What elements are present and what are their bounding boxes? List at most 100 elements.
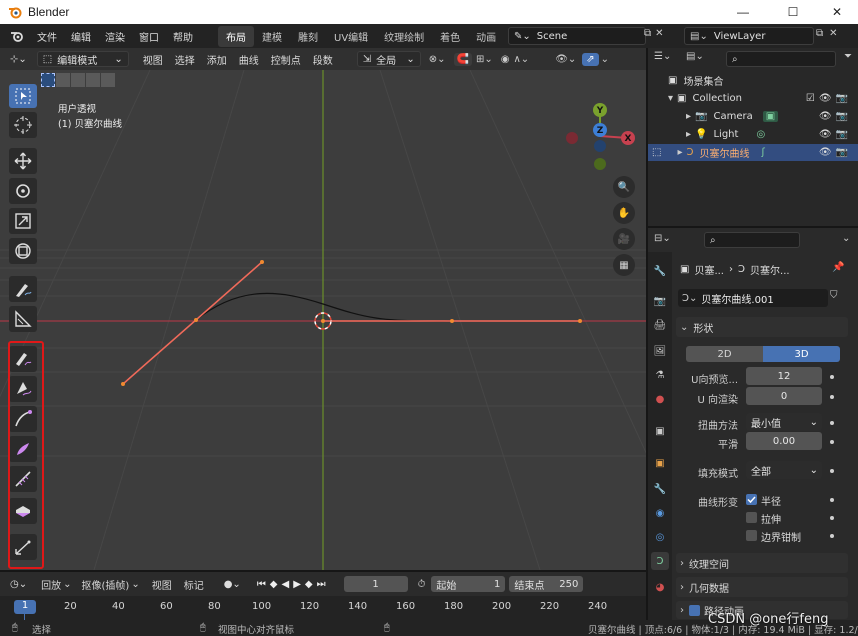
viewlayer-selector[interactable]: ▤⌄ ViewLayer: [684, 27, 814, 45]
timeline-ruler[interactable]: 1 20 40 60 80 100 120 140 160 180 200 22…: [0, 596, 646, 620]
camera-view-button[interactable]: 🎥: [613, 228, 635, 250]
render-resolution-field[interactable]: 0: [746, 387, 822, 405]
menu-control-points[interactable]: 控制点: [265, 52, 307, 67]
playback-menu[interactable]: 回放: [41, 577, 61, 592]
visibility-toggles-icon[interactable]: 👁📷: [819, 129, 852, 140]
outliner-row-scene-collection[interactable]: ▣ 场景集合: [648, 72, 858, 89]
editor-type-icon[interactable]: ⊹⌄: [10, 54, 27, 65]
new-viewlayer-icon[interactable]: ⧉: [816, 28, 823, 44]
tab-material[interactable]: ◕: [651, 578, 669, 596]
perspective-toggle-button[interactable]: ▦: [613, 254, 635, 276]
tab-physics[interactable]: ◎: [651, 528, 669, 546]
new-scene-icon[interactable]: ⧉: [644, 28, 651, 44]
camera-data-icon[interactable]: ▣: [762, 111, 779, 122]
current-frame-field[interactable]: 1: [343, 576, 408, 592]
menu-segments[interactable]: 段数: [307, 52, 339, 67]
outliner-row-camera[interactable]: ▸ 📷 Camera ▣ 👁📷: [648, 108, 858, 125]
expand-icon[interactable]: ▾: [668, 93, 673, 104]
outliner-row-collection[interactable]: ▾ ▣ Collection ☑👁📷: [648, 90, 858, 107]
2d-button[interactable]: 2D: [686, 346, 763, 362]
menu-file[interactable]: 文件: [30, 29, 64, 44]
gizmo-toggle-icon[interactable]: ⇗: [582, 52, 599, 66]
tab-shading[interactable]: 着色: [432, 26, 468, 47]
tab-collection[interactable]: ▣: [651, 422, 669, 440]
tab-tool[interactable]: 🔧: [651, 262, 669, 280]
pan-button[interactable]: ✋: [613, 202, 635, 224]
panel-texture-space-header[interactable]: › 纹理空间: [676, 553, 848, 573]
select-box-tool[interactable]: [9, 84, 37, 108]
playhead[interactable]: 1: [14, 600, 36, 614]
menu-curve[interactable]: 曲线: [233, 52, 265, 67]
tab-data[interactable]: Ͻ: [651, 552, 669, 570]
tab-uv-editing[interactable]: UV编辑: [326, 26, 376, 47]
tab-particles[interactable]: ◉: [651, 504, 669, 522]
mode-selector[interactable]: ⬚ 编辑模式 ⌄: [36, 51, 129, 67]
outliner-row-bezier[interactable]: ⬚ ▸ Ͻ 贝塞尔曲线 ʃ 👁📷: [648, 144, 858, 161]
keyframe-dot[interactable]: [830, 375, 834, 379]
radius-checkbox[interactable]: [746, 494, 757, 505]
select-subtract-icon[interactable]: [71, 73, 85, 87]
3d-viewport[interactable]: 用户透视 (1) 贝塞尔曲线: [0, 70, 646, 570]
navigation-gizmo[interactable]: Y Z X: [562, 100, 642, 172]
smooth-field[interactable]: 0.00: [746, 432, 822, 450]
outliner-search[interactable]: ⌕: [726, 51, 836, 67]
tab-output[interactable]: 🖨: [651, 316, 669, 334]
minimize-button[interactable]: —: [720, 0, 766, 24]
tab-scene[interactable]: ⚗: [651, 366, 669, 384]
tab-animation[interactable]: 动画: [468, 26, 504, 47]
datablock-selector[interactable]: Ͻ⌄ 贝塞尔曲线.001: [678, 289, 828, 307]
snap-icon[interactable]: 🧲: [453, 52, 472, 66]
keyframe-dot[interactable]: [830, 440, 834, 444]
tab-world[interactable]: ●: [651, 390, 669, 408]
scale-tool[interactable]: [9, 208, 37, 234]
chevron-down-icon[interactable]: ⌄: [601, 54, 609, 65]
marker-menu[interactable]: 标记: [184, 577, 204, 592]
stopwatch-icon[interactable]: ⏱: [418, 579, 426, 590]
keyframe-dot[interactable]: [830, 421, 834, 425]
tab-modifiers[interactable]: 🔧: [651, 480, 669, 498]
3d-button[interactable]: 3D: [763, 346, 840, 362]
panel-geometry-header[interactable]: › 几何数据: [676, 577, 848, 597]
maximize-button[interactable]: ☐: [770, 0, 816, 24]
cursor-tool[interactable]: [9, 112, 37, 138]
tab-modeling[interactable]: 建模: [254, 26, 290, 47]
filter-icon[interactable]: ⏷: [844, 51, 852, 62]
visibility-toggles-icon[interactable]: 👁📷: [819, 147, 852, 158]
annotate-tool[interactable]: [9, 276, 37, 302]
keyframe-dot[interactable]: [830, 516, 834, 520]
proportional-edit-icon[interactable]: ◉: [501, 54, 510, 65]
close-button[interactable]: ✕: [814, 0, 858, 24]
visibility-icon[interactable]: 👁⌄: [555, 54, 576, 65]
fake-user-icon[interactable]: ⛉: [830, 290, 838, 301]
curve-data-icon[interactable]: ʃ: [762, 147, 765, 158]
twist-method-select[interactable]: 最小值 ⌄: [746, 413, 822, 431]
keying-menu[interactable]: 抠像(插帧): [82, 577, 130, 592]
falloff-icon[interactable]: ∧⌄: [513, 54, 529, 65]
edit-mode-row-icon[interactable]: ⬚: [652, 147, 661, 158]
select-extend-icon[interactable]: [56, 73, 70, 87]
blender-menu-icon[interactable]: [10, 29, 24, 43]
stretch-checkbox[interactable]: [746, 512, 757, 523]
tab-view-layer[interactable]: 🖼: [651, 342, 669, 360]
remove-scene-icon[interactable]: ✕: [655, 28, 663, 44]
menu-window[interactable]: 窗口: [132, 29, 166, 44]
keyframe-dot[interactable]: [830, 469, 834, 473]
transform-tool[interactable]: [9, 238, 37, 264]
end-frame-field[interactable]: 结束点 250: [509, 576, 584, 592]
transform-orientation[interactable]: ⇲ 全局 ⌄: [356, 51, 421, 67]
expand-icon[interactable]: ▸: [686, 111, 691, 122]
snap-target-icon[interactable]: ⊞⌄: [476, 54, 493, 65]
collection-toggles-icon[interactable]: ☑👁📷: [806, 93, 852, 104]
keyframe-dot[interactable]: [830, 395, 834, 399]
select-invert-icon[interactable]: [86, 73, 100, 87]
tab-sculpting[interactable]: 雕刻: [290, 26, 326, 47]
menu-render[interactable]: 渲染: [98, 29, 132, 44]
timeline-editor-icon[interactable]: ◷⌄: [10, 579, 27, 590]
playback-controls-icon[interactable]: ⏮◆◀▶◆⏭: [257, 579, 330, 590]
select-intersect-icon[interactable]: [101, 73, 115, 87]
pin-icon[interactable]: 📌: [832, 262, 844, 273]
remove-viewlayer-icon[interactable]: ✕: [829, 28, 837, 44]
expand-icon[interactable]: ▸: [686, 129, 691, 140]
measure-tool[interactable]: [9, 306, 37, 332]
collapse-icon[interactable]: ⌄: [842, 233, 850, 244]
